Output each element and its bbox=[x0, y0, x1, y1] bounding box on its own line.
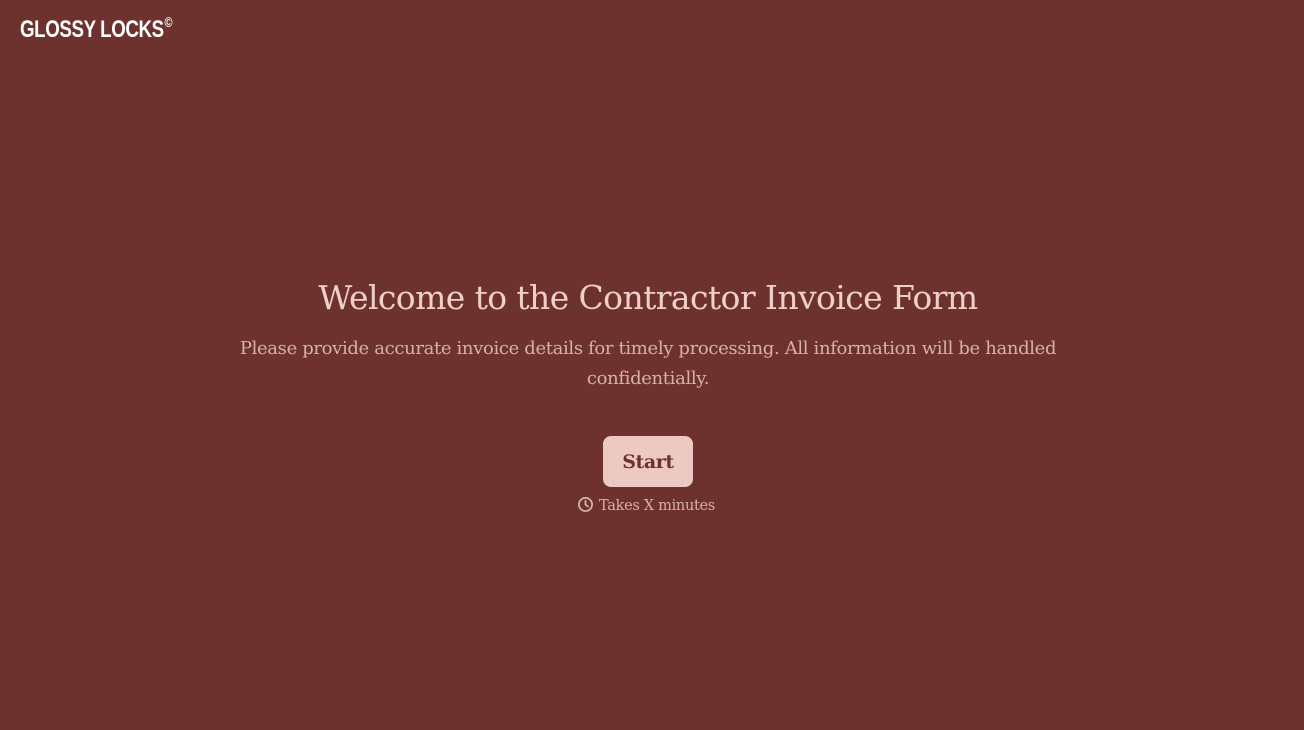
clock-icon bbox=[577, 496, 594, 513]
page-subtitle: Please provide accurate invoice details … bbox=[239, 338, 1057, 389]
duration-info: Takes X minutes bbox=[577, 495, 715, 517]
copyright-mark: © bbox=[164, 14, 173, 30]
start-button[interactable]: Start bbox=[603, 436, 693, 487]
brand-logo-text: GLOSSY LOCKS bbox=[20, 16, 164, 43]
page-title: Welcome to the Contractor Invoice Form bbox=[318, 278, 978, 317]
brand-logo: GLOSSY LOCKS© bbox=[20, 14, 173, 44]
duration-text: Takes X minutes bbox=[599, 498, 715, 514]
